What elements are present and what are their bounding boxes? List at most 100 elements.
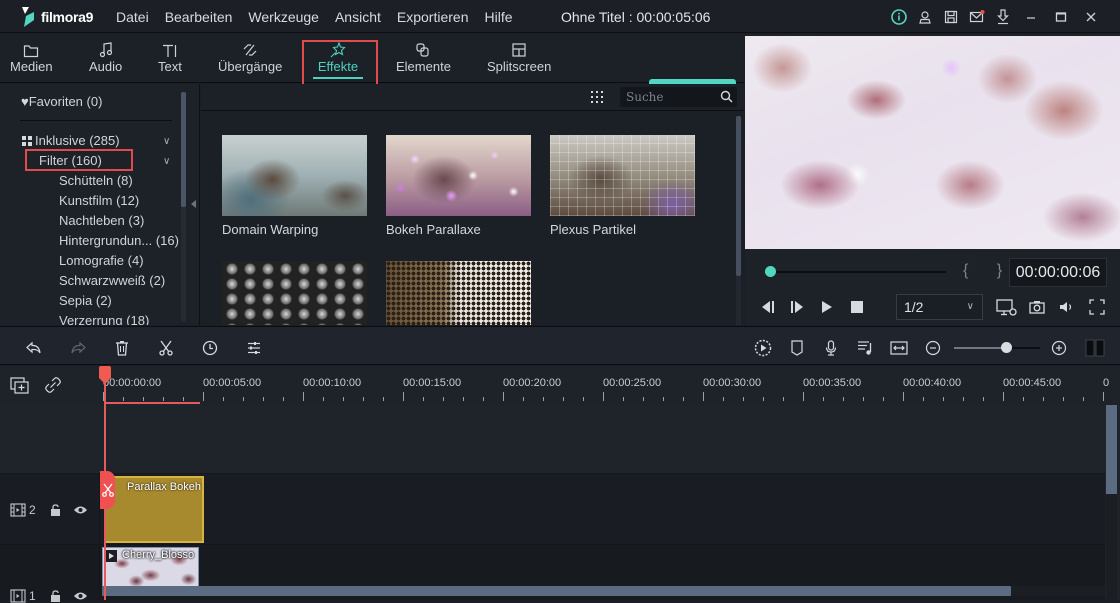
track-number: 2	[29, 503, 36, 517]
tab-medien[interactable]: Medien	[10, 38, 53, 74]
search-icon[interactable]	[720, 90, 733, 103]
fullscreen-button[interactable]	[1088, 299, 1106, 315]
ruler-label: 00:00:45:00	[1003, 377, 1062, 389]
close-button[interactable]	[1076, 6, 1106, 28]
music-note-icon	[99, 38, 113, 58]
tree-item[interactable]: Nachtleben (3)	[59, 213, 144, 228]
lock-icon[interactable]	[50, 590, 61, 602]
sliders-icon	[248, 342, 260, 354]
marker-button[interactable]	[786, 337, 808, 359]
account-icon[interactable]	[912, 6, 938, 28]
tab-audio[interactable]: Audio	[89, 38, 122, 74]
menu-hilfe[interactable]: Hilfe	[476, 9, 520, 25]
effect-card-domain-warping[interactable]: Domain Warping	[222, 135, 367, 237]
timeline-horizontal-scroll-thumb[interactable]	[102, 586, 1011, 596]
volume-button[interactable]	[1058, 299, 1076, 315]
split-view-icon	[1085, 339, 1105, 357]
render-preview-button[interactable]	[752, 337, 774, 359]
tree-item[interactable]: Schütteln (8)	[59, 173, 133, 188]
collapse-panel-arrow-icon[interactable]	[191, 200, 196, 208]
menu-exportieren[interactable]: Exportieren	[389, 9, 477, 25]
tree-scroll-thumb[interactable]	[181, 92, 186, 207]
grid-view-icon[interactable]	[590, 90, 604, 104]
ruler-minor-tick	[343, 397, 344, 401]
fit-timeline-button[interactable]	[888, 337, 910, 359]
chevron-down-icon[interactable]: ∨	[163, 136, 170, 147]
preview-scrubber[interactable]	[765, 266, 946, 277]
menu-bearbeiten[interactable]: Bearbeiten	[157, 9, 241, 25]
effects-scroll-thumb[interactable]	[736, 116, 741, 276]
chevron-down-icon[interactable]: ∨	[163, 156, 170, 167]
redo-button[interactable]	[67, 337, 89, 359]
effect-card-halftone[interactable]	[386, 261, 531, 325]
menu-ansicht[interactable]: Ansicht	[327, 9, 389, 25]
save-icon[interactable]	[938, 6, 964, 28]
tree-item[interactable]: Hintergrundun... (16)	[59, 233, 179, 248]
play-button[interactable]	[819, 299, 835, 315]
tab-text[interactable]: Text	[158, 38, 182, 74]
add-track-button[interactable]	[10, 377, 30, 395]
menu-datei[interactable]: Datei	[108, 9, 157, 25]
track-header: 2	[0, 474, 100, 544]
stop-button[interactable]	[849, 299, 865, 315]
timeline-clip-effect[interactable]: Parallax Bokeh	[104, 476, 204, 543]
play-icon	[822, 301, 832, 313]
minimize-button[interactable]	[1016, 6, 1046, 28]
audio-mixer-button[interactable]	[854, 337, 876, 359]
effect-card-hexagon[interactable]	[222, 261, 367, 325]
timeline-ruler[interactable]: 00:00:00:00 00:00:05:00 00:00:10:00 00:00:1…	[0, 366, 1120, 405]
menu-werkzeuge[interactable]: Werkzeuge	[240, 9, 327, 25]
zoom-slider-knob[interactable]	[1000, 342, 1012, 353]
prev-frame-button[interactable]	[760, 299, 776, 315]
video-track-icon	[10, 589, 26, 603]
split-view-button[interactable]	[1084, 337, 1106, 359]
playhead-cut-button[interactable]	[100, 471, 115, 509]
ruler-major-tick	[803, 392, 804, 401]
tree-included[interactable]: Inklusive (285)	[22, 133, 120, 148]
tree-scrollbar[interactable]	[181, 92, 186, 322]
display-settings-button[interactable]	[996, 299, 1018, 317]
ruler-label: 00:00:10:00	[303, 377, 362, 389]
timeline-vertical-scroll-thumb[interactable]	[1106, 405, 1117, 494]
playback-quality-select[interactable]: 1/2 ∨	[896, 294, 983, 320]
tree-item[interactable]: Verzerrung (18)	[59, 313, 149, 325]
search-input[interactable]	[626, 89, 716, 105]
clip-film-icon	[105, 550, 117, 562]
mail-icon[interactable]	[964, 6, 990, 28]
tree-item[interactable]: Sepia (2)	[59, 293, 112, 308]
tree-item[interactable]: Lomografie (4)	[59, 253, 144, 268]
tree-favorites[interactable]: ♥Favoriten (0)	[21, 94, 102, 109]
effect-card-plexus-partikel[interactable]: Plexus Partikel	[550, 135, 695, 237]
timeline-clip-video[interactable]: Cherry_Blosso	[102, 547, 199, 588]
zoom-out-button[interactable]	[922, 337, 944, 359]
voiceover-button[interactable]	[820, 337, 842, 359]
tab-splitscreen[interactable]: Splitscreen	[487, 38, 551, 74]
link-button[interactable]	[45, 377, 61, 393]
snapshot-button[interactable]	[1028, 299, 1046, 315]
scrubber-knob[interactable]	[765, 266, 777, 277]
link-icon	[45, 377, 61, 393]
tree-item[interactable]: Schwarzwweiß (2)	[59, 273, 165, 288]
delete-button[interactable]	[111, 337, 133, 359]
zoom-in-button[interactable]	[1048, 337, 1070, 359]
undo-button[interactable]	[23, 337, 45, 359]
download-icon[interactable]	[990, 6, 1016, 28]
playhead-handle[interactable]	[99, 366, 111, 384]
timeline-zoom-slider[interactable]	[954, 342, 1040, 353]
ruler-minor-tick	[243, 397, 244, 401]
eye-icon[interactable]	[73, 505, 88, 515]
maximize-button[interactable]	[1046, 6, 1076, 28]
adjust-button[interactable]	[243, 337, 265, 359]
tab-elemente[interactable]: Elemente	[396, 38, 451, 74]
info-icon[interactable]	[886, 6, 912, 28]
tab-uebergaenge[interactable]: Übergänge	[218, 38, 282, 74]
effect-card-bokeh-parallaxe[interactable]: Bokeh Parallaxe	[386, 135, 531, 237]
tree-item[interactable]: Kunstfilm (12)	[59, 193, 139, 208]
speed-button[interactable]	[199, 337, 221, 359]
ruler-minor-tick	[583, 397, 584, 401]
cut-button[interactable]	[155, 337, 177, 359]
in-out-markers[interactable]: { }	[963, 262, 1014, 280]
next-frame-button[interactable]	[789, 299, 805, 315]
lock-icon[interactable]	[50, 504, 61, 516]
effects-scrollbar[interactable]	[736, 116, 741, 325]
